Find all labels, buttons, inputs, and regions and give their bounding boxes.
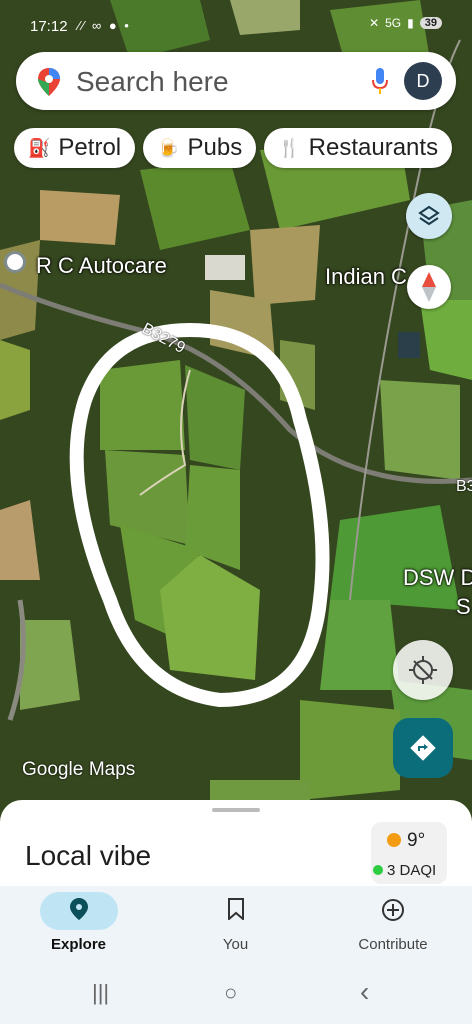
category-chips: ⛽ Petrol 🍺 Pubs 🍴 Restaurants bbox=[14, 128, 453, 168]
nav-you[interactable]: You bbox=[157, 886, 314, 966]
google-maps-pin-icon bbox=[38, 68, 60, 96]
battery-indicator: 39 bbox=[419, 17, 442, 29]
place-label-dsw[interactable]: DSW D bbox=[403, 565, 472, 591]
account-avatar[interactable]: D bbox=[404, 62, 442, 100]
directions-icon bbox=[410, 735, 436, 761]
weather-temperature: 9° bbox=[387, 830, 425, 852]
air-quality: 3 DAQI bbox=[373, 862, 436, 879]
nav-label: Contribute bbox=[358, 936, 428, 953]
air-quality-dot-icon bbox=[373, 865, 383, 875]
layers-button[interactable] bbox=[406, 193, 452, 239]
place-label-rc-autocare[interactable]: R C Autocare bbox=[36, 253, 167, 279]
notification-icons: ⁄⁄ ∞ ● • bbox=[78, 18, 131, 33]
home-button[interactable]: ○ bbox=[224, 980, 237, 1006]
chip-label: Restaurants bbox=[308, 134, 439, 161]
place-label-indian[interactable]: Indian C bbox=[325, 264, 407, 290]
chip-restaurants[interactable]: 🍴 Restaurants bbox=[264, 128, 453, 168]
directions-button[interactable] bbox=[393, 718, 453, 778]
bottom-navigation: Explore You Contribute bbox=[0, 886, 472, 966]
satellite-map[interactable]: B3279 B3 R C Autocare Indian C DSW D S G… bbox=[0, 0, 472, 830]
my-location-button[interactable] bbox=[393, 640, 453, 700]
status-time: 17:12 bbox=[30, 18, 68, 35]
network-label: 5G bbox=[385, 16, 402, 30]
place-pin-icon[interactable] bbox=[4, 251, 26, 273]
recents-button[interactable]: ||| bbox=[92, 980, 109, 1006]
back-button[interactable]: ‹ bbox=[360, 976, 369, 1008]
google-maps-logo: Google Maps bbox=[22, 759, 136, 780]
mute-icon: ✕ bbox=[369, 16, 380, 30]
nav-label: You bbox=[222, 936, 249, 953]
sheet-title: Local vibe bbox=[25, 840, 152, 871]
chip-label: Petrol bbox=[58, 134, 122, 161]
fuel-icon: ⛽ bbox=[28, 137, 51, 158]
fork-knife-icon: 🍴 bbox=[278, 137, 301, 158]
chip-pubs[interactable]: 🍺 Pubs bbox=[143, 128, 257, 168]
nav-explore[interactable]: Explore bbox=[0, 886, 157, 966]
search-input[interactable]: Search here bbox=[76, 66, 229, 98]
status-bar: 17:12 ⁄⁄ ∞ ● • ✕ 5G ▮ 39 bbox=[0, 0, 472, 50]
sun-icon bbox=[387, 833, 401, 847]
nav-contribute[interactable]: Contribute bbox=[314, 886, 472, 966]
plus-circle-icon bbox=[314, 898, 472, 928]
explore-pin-icon bbox=[0, 898, 157, 926]
beer-icon: 🍺 bbox=[157, 137, 180, 158]
chip-label: Pubs bbox=[187, 134, 243, 161]
nav-label: Explore bbox=[50, 936, 107, 953]
signal-icon: ▮ bbox=[407, 16, 414, 30]
compass-button[interactable] bbox=[407, 265, 451, 309]
bookmark-icon bbox=[157, 898, 314, 926]
compass-icon bbox=[422, 272, 436, 302]
system-navigation-bar: ||| ○ ‹ bbox=[0, 966, 472, 1024]
sheet-drag-handle[interactable] bbox=[212, 808, 260, 812]
place-label-dsw-line2: S bbox=[456, 594, 471, 619]
map-imagery bbox=[0, 0, 472, 830]
search-bar[interactable]: Search here D bbox=[16, 52, 456, 110]
chip-petrol[interactable]: ⛽ Petrol bbox=[14, 128, 136, 168]
layers-icon bbox=[418, 205, 440, 226]
microphone-icon[interactable] bbox=[372, 68, 388, 94]
location-disabled-icon bbox=[409, 656, 437, 684]
road-label-b3: B3 bbox=[456, 478, 472, 495]
weather-widget[interactable]: 9° 3 DAQI bbox=[371, 822, 447, 884]
